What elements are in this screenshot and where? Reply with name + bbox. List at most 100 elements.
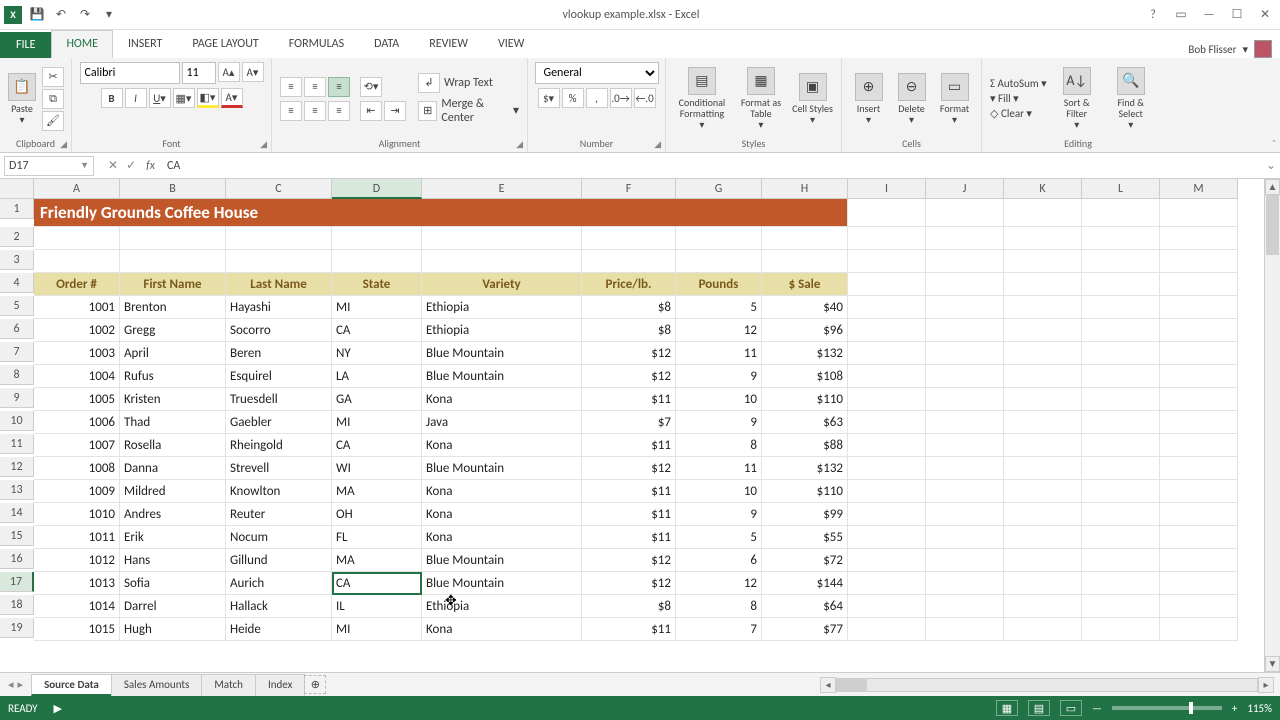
row-header[interactable]: 19	[0, 618, 34, 638]
cell[interactable]: Blue Mountain	[422, 549, 582, 572]
cell[interactable]: MA	[332, 480, 422, 503]
cell[interactable]: Blue Mountain	[422, 572, 582, 595]
sheet-title[interactable]: Friendly Grounds Coffee House	[34, 199, 848, 227]
cell[interactable]: Blue Mountain	[422, 457, 582, 480]
font-size-input[interactable]	[182, 62, 216, 84]
fx-icon[interactable]: fx	[146, 159, 161, 173]
cell[interactable]: Hugh	[120, 618, 226, 641]
align-left-icon[interactable]: ≡	[280, 101, 302, 121]
cell[interactable]: $110	[762, 480, 848, 503]
col-header-C[interactable]: C	[226, 179, 332, 199]
cell[interactable]: Kristen	[120, 388, 226, 411]
cell[interactable]: Kona	[422, 503, 582, 526]
table-header[interactable]: Variety	[422, 273, 582, 296]
cell[interactable]: 8	[676, 595, 762, 618]
enter-formula-icon[interactable]: ✓	[126, 158, 136, 173]
formula-input[interactable]: CA	[161, 159, 1262, 173]
cell[interactable]: MI	[332, 296, 422, 319]
increase-decimal-icon[interactable]: .0→	[610, 88, 632, 108]
cell[interactable]: $110	[762, 388, 848, 411]
minimize-icon[interactable]: —	[1200, 8, 1218, 22]
horizontal-scrollbar[interactable]	[836, 678, 1258, 692]
cell[interactable]: MI	[332, 411, 422, 434]
zoom-in-icon[interactable]: +	[1232, 702, 1237, 715]
new-sheet-button[interactable]: ⊕	[304, 675, 326, 694]
cell[interactable]: Java	[422, 411, 582, 434]
tab-view[interactable]: VIEW	[483, 30, 539, 58]
col-header-H[interactable]: H	[762, 179, 848, 199]
font-color-button[interactable]: A▾	[221, 88, 243, 108]
cell[interactable]: 1014	[34, 595, 120, 618]
cell[interactable]: Kona	[422, 434, 582, 457]
row-header[interactable]: 13	[0, 480, 34, 500]
merge-center-button[interactable]: ⊞Merge & Center ▾	[418, 97, 519, 125]
cut-icon[interactable]: ✂	[42, 67, 64, 87]
sheet-tab[interactable]: Index	[255, 674, 305, 696]
cell[interactable]: 1012	[34, 549, 120, 572]
cell[interactable]: 12	[676, 319, 762, 342]
cell[interactable]: 1011	[34, 526, 120, 549]
row-header[interactable]: 5	[0, 296, 34, 316]
row-header[interactable]: 17	[0, 572, 34, 592]
align-bottom-icon[interactable]: ≡	[328, 77, 350, 97]
cell[interactable]: $144	[762, 572, 848, 595]
cell[interactable]: MI	[332, 618, 422, 641]
cell[interactable]: $11	[582, 526, 676, 549]
vertical-scrollbar[interactable]: ▲ ▼	[1264, 179, 1280, 672]
row-header[interactable]: 11	[0, 434, 34, 454]
cell[interactable]: NY	[332, 342, 422, 365]
table-header[interactable]: Price/lb.	[582, 273, 676, 296]
sheet-tab[interactable]: Match	[201, 674, 256, 696]
cell[interactable]: OH	[332, 503, 422, 526]
format-cells-button[interactable]: ▭Format▾	[936, 67, 973, 131]
cell[interactable]: Hayashi	[226, 296, 332, 319]
macro-record-icon[interactable]: ▶	[54, 702, 62, 715]
sheet-nav-next-icon[interactable]: ▸	[18, 678, 24, 691]
table-header[interactable]: $ Sale	[762, 273, 848, 296]
cell[interactable]: $8	[582, 319, 676, 342]
cell[interactable]: 7	[676, 618, 762, 641]
delete-cells-button[interactable]: ⊖Delete▾	[893, 67, 930, 131]
col-header-I[interactable]: I	[848, 179, 926, 199]
expand-formula-bar-icon[interactable]: ⌄	[1262, 158, 1280, 173]
cell[interactable]: 12	[676, 572, 762, 595]
cell[interactable]: $11	[582, 618, 676, 641]
cell[interactable]: $12	[582, 365, 676, 388]
cell[interactable]: $132	[762, 342, 848, 365]
clear-button[interactable]: ◇ Clear ▾	[990, 107, 1047, 120]
cell[interactable]: Ethiopia	[422, 319, 582, 342]
format-as-table-button[interactable]: ▦Format as Table▾	[736, 67, 786, 131]
cell[interactable]: 1015	[34, 618, 120, 641]
cell[interactable]: Darrel	[120, 595, 226, 618]
font-dialog-icon[interactable]: ◢	[260, 139, 267, 150]
tab-file[interactable]: FILE	[0, 32, 51, 58]
comma-format-icon[interactable]: ,	[586, 88, 608, 108]
bold-button[interactable]: B	[101, 88, 123, 108]
qat-customize-icon[interactable]: ▾	[100, 6, 118, 24]
cell[interactable]: $12	[582, 549, 676, 572]
cell[interactable]: Truesdell	[226, 388, 332, 411]
user-name[interactable]: Bob Flisser	[1188, 43, 1236, 56]
cell[interactable]: 10	[676, 480, 762, 503]
alignment-dialog-icon[interactable]: ◢	[516, 139, 523, 150]
page-break-view-icon[interactable]: ▭	[1060, 700, 1082, 716]
cell[interactable]: $72	[762, 549, 848, 572]
col-header-J[interactable]: J	[926, 179, 1004, 199]
cell[interactable]: Socorro	[226, 319, 332, 342]
cell[interactable]: Danna	[120, 457, 226, 480]
format-painter-icon[interactable]: 🖌	[42, 111, 64, 131]
fill-button[interactable]: ▾ Fill ▾	[990, 92, 1047, 105]
cell[interactable]: Nocum	[226, 526, 332, 549]
cell[interactable]: 5	[676, 526, 762, 549]
row-header[interactable]: 16	[0, 549, 34, 569]
col-header-E[interactable]: E	[422, 179, 582, 199]
cell[interactable]: Strevell	[226, 457, 332, 480]
hscroll-left-icon[interactable]: ◂	[820, 677, 836, 693]
cell[interactable]: Hallack	[226, 595, 332, 618]
col-header-F[interactable]: F	[582, 179, 676, 199]
cell-styles-button[interactable]: ▣Cell Styles▾	[792, 67, 833, 131]
tab-insert[interactable]: INSERT	[113, 30, 177, 58]
number-format-select[interactable]: General	[535, 62, 659, 84]
row-header[interactable]: 12	[0, 457, 34, 477]
cell[interactable]: $88	[762, 434, 848, 457]
